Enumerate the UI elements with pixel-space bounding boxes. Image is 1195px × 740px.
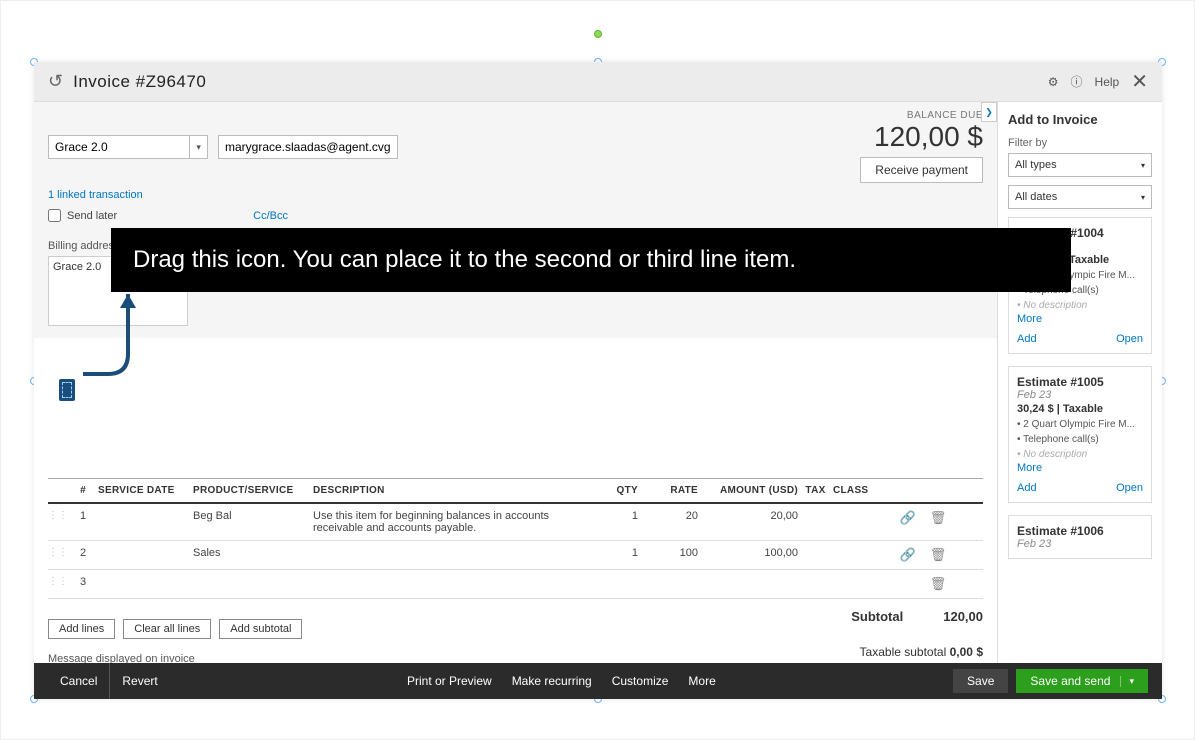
add-link[interactable]: Add [1017,333,1037,345]
cancel-button[interactable]: Cancel [48,663,110,699]
table-row[interactable]: ⋮⋮ 1 Beg Bal Use this item for beginning… [48,504,983,541]
add-link[interactable]: Add [1017,482,1037,494]
balance-due-label: BALANCE DUE [860,110,983,121]
trash-icon[interactable]: 🗑 [923,576,953,592]
customize-button[interactable]: Customize [612,674,669,688]
col-num: # [68,485,98,496]
arrow-icon [78,294,138,394]
trash-icon[interactable]: 🗑 [923,547,953,563]
drag-handle-icon[interactable]: ⋮⋮ [48,576,68,587]
subtotal-value: 120,00 [943,609,983,639]
recurring-button[interactable]: Make recurring [512,674,592,688]
col-tax: TAX [798,485,833,496]
add-subtotal-button[interactable]: Add subtotal [219,619,302,639]
link-icon[interactable]: 🔗 [893,547,923,563]
caret-down-icon[interactable]: ▾ [189,136,207,158]
revert-button[interactable]: Revert [110,663,169,699]
collapse-sidebar[interactable]: ❯ [981,102,997,122]
col-rate: RATE [638,485,698,496]
more-link[interactable]: More [1017,313,1143,325]
estimate-card: Estimate #1005 Feb 23 30,24 $ | Taxable … [1008,366,1152,503]
link-icon[interactable]: 🔗 [893,510,923,526]
filter-dates-select[interactable]: All dates▾ [1008,185,1152,209]
drag-handle-icon[interactable]: ⋮⋮ [48,547,68,558]
table-row[interactable]: ⋮⋮ 3 🗑 [48,570,983,599]
gear-icon[interactable]: ⚙ [1048,75,1059,89]
close-icon[interactable]: ✕ [1131,69,1148,94]
sidebar-title: Add to Invoice [1008,112,1152,127]
col-desc: DESCRIPTION [313,485,578,496]
send-later-label: Send later [67,210,117,222]
receive-payment-button[interactable]: Receive payment [860,157,983,183]
balance-due-amount: 120,00 $ [860,121,983,153]
open-link[interactable]: Open [1116,333,1143,345]
drag-handle-icon[interactable] [59,379,75,401]
customer-input[interactable] [49,136,189,158]
help-label[interactable]: Help [1095,75,1120,89]
page-title: Invoice #Z96470 [73,72,206,92]
subtotal-label: Subtotal [851,609,903,639]
col-prod: PRODUCT/SERVICE [193,485,313,496]
save-button[interactable]: Save [953,669,1008,693]
drag-handle-icon[interactable]: ⋮⋮ [48,510,68,521]
col-date: SERVICE DATE [98,485,193,496]
filter-label: Filter by [1008,137,1152,149]
send-later-checkbox[interactable] [48,209,61,222]
trash-icon[interactable]: 🗑 [923,510,953,526]
clear-lines-button[interactable]: Clear all lines [123,619,211,639]
caret-down-icon: ▾ [1120,676,1134,687]
filter-types-select[interactable]: All types▾ [1008,153,1152,177]
help-icon[interactable]: ⓘ [1071,73,1083,90]
col-amt: AMOUNT (USD) [698,485,798,496]
more-link[interactable]: More [1017,462,1143,474]
email-field[interactable] [218,135,398,159]
tutorial-overlay: Drag this icon. You can place it to the … [111,228,1071,292]
linked-transaction-link[interactable]: 1 linked transaction [48,189,983,201]
estimate-card: Estimate #1006 Feb 23 [1008,515,1152,559]
add-lines-button[interactable]: Add lines [48,619,115,639]
open-link[interactable]: Open [1116,482,1143,494]
cc-bcc-link[interactable]: Cc/Bcc [253,210,288,222]
print-button[interactable]: Print or Preview [407,674,492,688]
more-button[interactable]: More [688,674,715,688]
msg-invoice-label: Message displayed on invoice [48,653,563,663]
table-row[interactable]: ⋮⋮ 2 Sales 1 100 100,00 🔗 🗑 [48,541,983,570]
col-class: CLASS [833,485,893,496]
col-qty: QTY [578,485,638,496]
history-icon[interactable]: ↺ [48,71,63,92]
save-send-button[interactable]: Save and send▾ [1016,669,1148,693]
customer-select[interactable]: ▾ [48,135,208,159]
